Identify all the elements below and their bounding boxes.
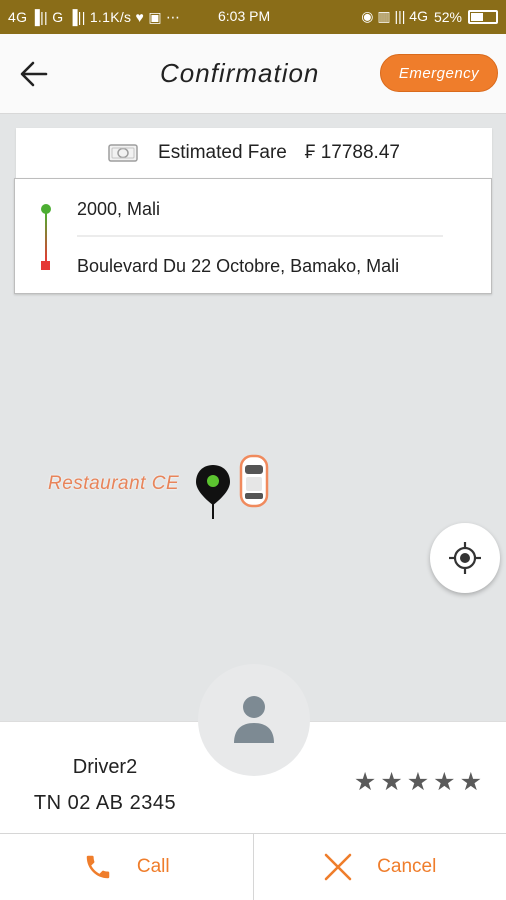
driver-rating: ★ ★ ★ ★ ★ — [354, 770, 482, 795]
status-time: 6:03 PM — [218, 8, 271, 24]
bottom-actions: Call Cancel — [0, 833, 506, 900]
star-icon: ★ — [433, 768, 456, 796]
cancel-label: Cancel — [377, 856, 437, 877]
cash-icon — [108, 144, 138, 162]
status-network-info: 4G ▐|| G ▐|| 1.1K/s ♥ ▣ ⋯ — [8, 8, 181, 25]
star-icon: ★ — [406, 768, 430, 796]
map-poi-label: Restaurant CE — [48, 473, 180, 494]
route-card: 2000, Mali Boulevard Du 22 Octobre, Bama… — [14, 178, 492, 294]
vehicle-plate: TN 02 AB 2345 — [33, 792, 177, 814]
star-icon: ★ — [353, 768, 377, 796]
cancel-button[interactable]: Cancel — [252, 834, 506, 900]
back-arrow-icon — [20, 61, 48, 87]
car-icon — [238, 453, 270, 514]
star-icon: ★ — [380, 768, 403, 796]
pickup-address[interactable]: 2000, Mali — [77, 199, 160, 220]
my-location-button[interactable] — [430, 523, 500, 593]
fare-label: Estimated Fare — [158, 142, 287, 163]
star-icon: ★ — [459, 768, 482, 796]
estimated-fare-card: Estimated Fare ₣ 17788.47 — [16, 128, 492, 178]
crosshair-icon — [449, 542, 481, 574]
driver-avatar[interactable] — [198, 664, 310, 776]
phone-icon — [86, 855, 110, 879]
person-icon — [234, 696, 274, 743]
drop-square-icon — [41, 261, 50, 270]
page-title: Confirmation — [160, 58, 320, 88]
drop-address[interactable]: Boulevard Du 22 Octobre, Bamako, Mali — [77, 256, 399, 277]
close-icon — [324, 853, 352, 881]
back-button[interactable] — [16, 56, 52, 92]
app-bar: Confirmation Emergency — [0, 34, 506, 114]
call-button[interactable]: Call — [0, 834, 253, 900]
battery-icon — [468, 9, 498, 24]
status-battery-percent: 52% — [433, 8, 462, 25]
emergency-button[interactable]: Emergency — [380, 54, 498, 92]
status-bar: 4G ▐|| G ▐|| 1.1K/s ♥ ▣ ⋯ 6:03 PM ◉ ▥ ||… — [0, 0, 506, 34]
fare-amount: ₣ 17788.47 — [304, 142, 400, 163]
driver-name: Driver2 — [72, 756, 138, 778]
call-label: Call — [136, 856, 170, 877]
route-divider — [77, 235, 443, 237]
route-line — [45, 213, 47, 261]
pickup-pin-icon — [194, 463, 232, 526]
status-signal: ◉ ▥ ||| 4G — [361, 8, 428, 24]
status-right-group: ◉ ▥ ||| 4G 52% — [361, 8, 498, 25]
